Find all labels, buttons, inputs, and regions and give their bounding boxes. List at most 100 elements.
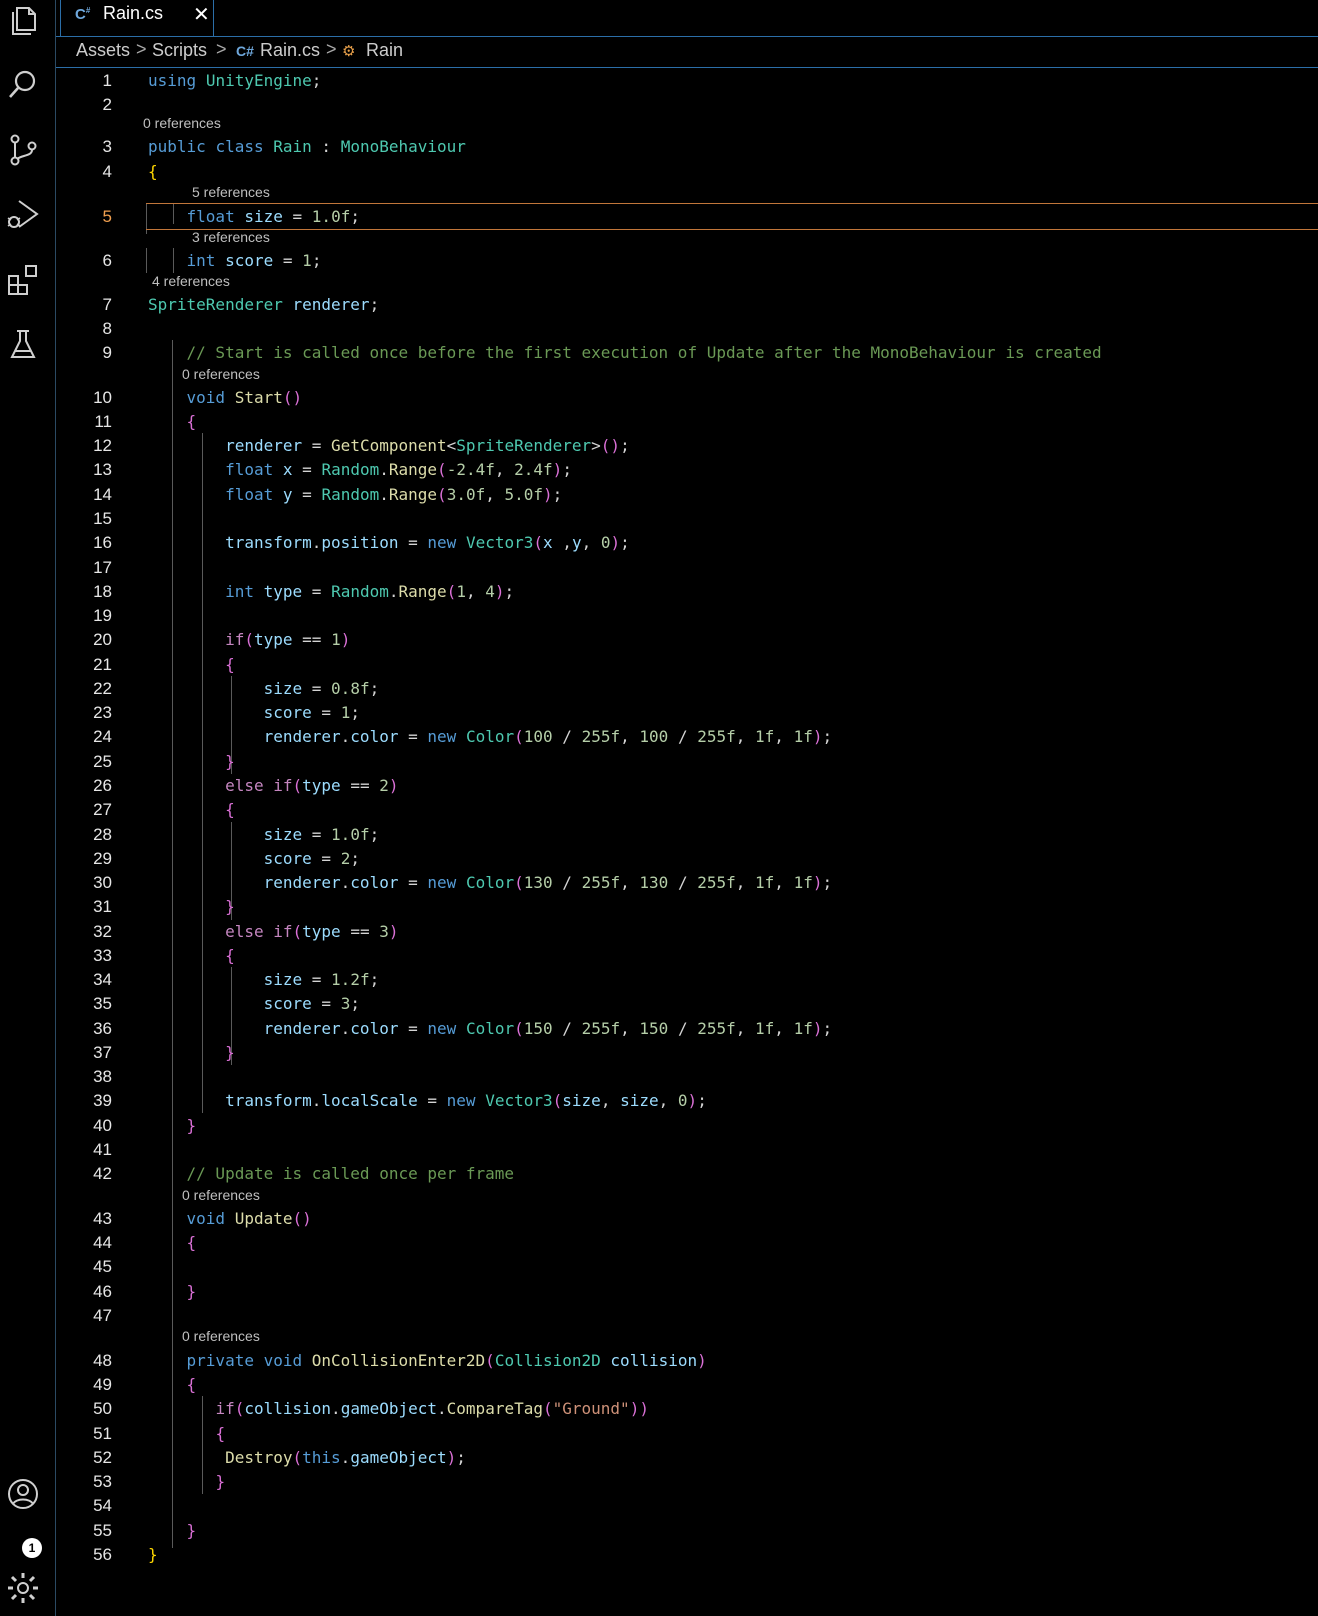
code-text[interactable]: size = 1.2f; [148,967,380,992]
code-line[interactable]: 43 void Update() [56,1206,1318,1231]
code-text[interactable]: void Update() [148,1206,312,1231]
code-line[interactable]: 13 float x = Random.Range(-2.4f, 2.4f); [56,457,1318,482]
code-line[interactable]: 34 size = 1.2f; [56,967,1318,992]
extensions-icon[interactable] [5,262,41,298]
code-line[interactable]: 35 score = 3; [56,991,1318,1016]
code-line[interactable]: 25 } [56,749,1318,774]
code-lens-references[interactable]: 5 references [192,183,270,201]
code-text[interactable]: { [148,652,235,677]
code-line[interactable]: 41 [56,1137,1318,1162]
code-line[interactable]: 49 { [56,1372,1318,1397]
code-line[interactable]: 29 score = 2; [56,846,1318,871]
code-line[interactable]: 3 public class Rain : MonoBehaviour [56,134,1318,159]
code-line[interactable]: 52 Destroy(this.gameObject); [56,1445,1318,1470]
code-line[interactable]: 4{ [56,159,1318,184]
code-text[interactable]: { [148,1230,197,1255]
code-text[interactable]: } [148,894,235,919]
code-line[interactable]: 11 { [56,409,1318,434]
code-text[interactable]: } [148,1279,197,1304]
code-text[interactable]: public class Rain : MonoBehaviour [148,134,466,159]
code-lens-references[interactable]: 4 references [152,272,230,290]
code-text[interactable]: { [148,797,235,822]
code-text[interactable]: { [148,1372,197,1397]
code-line[interactable]: 23 score = 1; [56,700,1318,725]
tab-rain-cs[interactable]: C# Rain.cs ✕ [60,0,214,36]
code-line[interactable]: 44 { [56,1230,1318,1255]
code-text[interactable]: // Start is called once before the first… [148,340,1102,365]
code-line[interactable]: 56} [56,1542,1318,1567]
code-line[interactable]: 33 { [56,943,1318,968]
code-text[interactable]: } [148,1518,197,1543]
code-text[interactable]: renderer = GetComponent<SpriteRenderer>(… [148,433,630,458]
code-text[interactable]: { [148,943,235,968]
settings-gear-icon[interactable] [5,1570,41,1606]
code-line[interactable]: 26 else if(type == 2) [56,773,1318,798]
code-line[interactable]: 6 int score = 1; [56,248,1318,273]
code-line[interactable]: 54 [56,1493,1318,1518]
code-text[interactable]: else if(type == 3) [148,919,398,944]
code-line[interactable]: 14 float y = Random.Range(3.0f, 5.0f); [56,482,1318,507]
code-line[interactable]: 12 renderer = GetComponent<SpriteRendere… [56,433,1318,458]
code-text[interactable]: if(collision.gameObject.CompareTag("Grou… [148,1396,649,1421]
code-text[interactable]: private void OnCollisionEnter2D(Collisio… [148,1348,707,1373]
code-text[interactable]: } [148,1113,197,1138]
code-line[interactable]: 21 { [56,652,1318,677]
code-line[interactable]: 19 [56,603,1318,628]
code-text[interactable]: { [148,159,158,184]
code-line[interactable]: 20 if(type == 1) [56,627,1318,652]
code-line[interactable]: 2 [56,92,1318,117]
code-line[interactable]: 9 // Start is called once before the fir… [56,340,1318,365]
code-text[interactable]: size = 1.0f; [148,822,380,847]
code-line[interactable]: 18 int type = Random.Range(1, 4); [56,579,1318,604]
code-text[interactable]: transform.position = new Vector3(x ,y, 0… [148,530,630,555]
account-icon[interactable] [5,1476,41,1512]
code-text[interactable]: score = 1; [148,700,360,725]
code-text[interactable]: score = 3; [148,991,360,1016]
code-line[interactable]: 37 } [56,1040,1318,1065]
code-text[interactable]: float y = Random.Range(3.0f, 5.0f); [148,482,562,507]
search-icon[interactable] [5,66,41,102]
code-text[interactable]: { [148,409,197,434]
code-text[interactable]: } [148,1542,158,1567]
code-line[interactable]: 10 void Start() [56,385,1318,410]
code-line[interactable]: 46 } [56,1279,1318,1304]
code-text[interactable]: else if(type == 2) [148,773,398,798]
code-lens-references[interactable]: 0 references [182,1186,260,1204]
code-line[interactable]: 16 transform.position = new Vector3(x ,y… [56,530,1318,555]
code-line[interactable]: 53 } [56,1469,1318,1494]
code-text[interactable]: float x = Random.Range(-2.4f, 2.4f); [148,457,572,482]
code-line[interactable]: 40 } [56,1113,1318,1138]
close-tab-icon[interactable]: ✕ [193,2,210,27]
code-text[interactable]: if(type == 1) [148,627,350,652]
code-text[interactable]: } [148,1040,235,1065]
code-line[interactable]: 50 if(collision.gameObject.CompareTag("G… [56,1396,1318,1421]
code-text[interactable]: { [148,1421,225,1446]
code-text[interactable]: transform.localScale = new Vector3(size,… [148,1088,707,1113]
code-line[interactable]: 39 transform.localScale = new Vector3(si… [56,1088,1318,1113]
code-text[interactable]: SpriteRenderer renderer; [148,292,379,317]
code-text[interactable]: int score = 1; [148,248,322,273]
source-control-icon[interactable] [5,132,41,168]
code-line[interactable]: 47 [56,1303,1318,1328]
code-line[interactable]: 17 [56,555,1318,580]
breadcrumb-class[interactable]: Rain [366,40,403,61]
code-text[interactable]: float size = 1.0f; [148,204,360,229]
code-text[interactable]: size = 0.8f; [148,676,380,701]
code-text[interactable]: Destroy(this.gameObject); [148,1445,466,1470]
code-text[interactable]: // Update is called once per frame [148,1161,515,1186]
code-line[interactable]: 45 [56,1254,1318,1279]
explorer-icon[interactable] [5,2,41,38]
code-line[interactable]: 15 [56,506,1318,531]
code-line[interactable]: 5 float size = 1.0f; [103,203,1318,230]
code-line[interactable]: 31 } [56,894,1318,919]
code-lens-references[interactable]: 3 references [192,228,270,246]
breadcrumb-assets[interactable]: Assets [76,40,130,61]
breadcrumb-scripts[interactable]: Scripts [152,40,207,61]
code-lens-references[interactable]: 0 references [182,365,260,383]
code-line[interactable]: 55 } [56,1518,1318,1543]
testing-icon[interactable] [5,326,41,362]
run-debug-icon[interactable] [5,196,41,232]
code-editor[interactable]: 0 references 5 references 3 references 4 re… [56,68,1318,1616]
code-lens-references[interactable]: 0 references [182,1327,260,1345]
code-text[interactable]: int type = Random.Range(1, 4); [148,579,514,604]
